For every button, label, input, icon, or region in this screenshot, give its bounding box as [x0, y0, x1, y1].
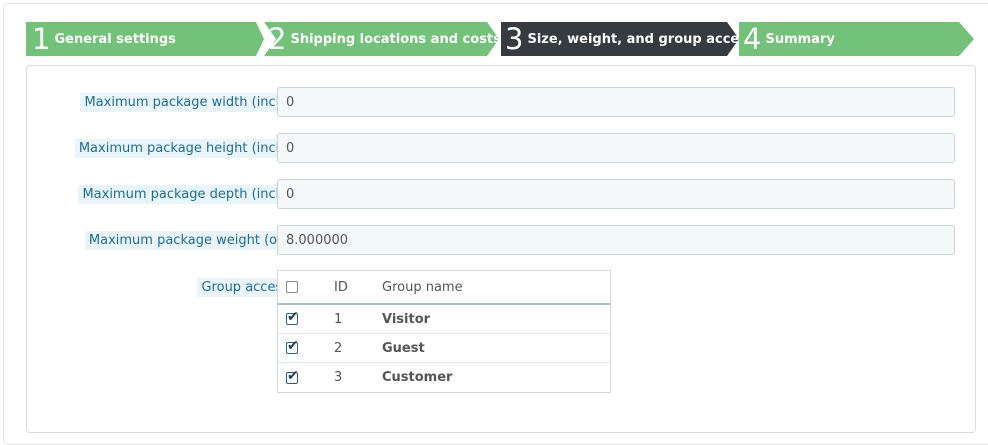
table-header: ID Group name	[278, 271, 610, 305]
depth-input[interactable]	[277, 179, 955, 209]
group-name: Visitor	[382, 311, 431, 327]
depth-label: Maximum package depth (inch)	[78, 185, 293, 204]
weight-label: Maximum package weight (oz)	[84, 231, 293, 250]
group-checkbox-visitor[interactable]	[286, 309, 299, 325]
step-label: Summary	[765, 31, 835, 47]
weight-row: Maximum package weight (oz)	[27, 225, 977, 255]
wizard-steps: 1 General settings 2 Shipping locations …	[0, 0, 988, 60]
wizard-step-general-settings[interactable]: 1 General settings	[26, 22, 264, 56]
step-number: 3	[505, 22, 524, 56]
step-label: General settings	[54, 31, 176, 47]
table-row: 3 Customer	[278, 363, 610, 392]
form-panel: Maximum package width (inch) Maximum pac…	[26, 65, 976, 433]
depth-row: Maximum package depth (inch)	[27, 179, 977, 209]
step-number: 4	[743, 22, 762, 56]
step-label: Size, weight, and group access	[527, 31, 755, 47]
width-row: Maximum package width (inch)	[27, 87, 977, 117]
width-input[interactable]	[277, 87, 955, 117]
weight-input[interactable]	[277, 225, 955, 255]
height-label: Maximum package height (inch)	[74, 139, 293, 158]
step-label: Shipping locations and costs	[290, 31, 501, 47]
group-id: 2	[334, 340, 343, 356]
column-header-id: ID	[334, 279, 348, 295]
group-checkbox-guest[interactable]	[286, 338, 299, 354]
group-name: Guest	[382, 340, 425, 356]
height-input[interactable]	[277, 133, 955, 163]
column-header-group-name: Group name	[382, 279, 463, 295]
step-number: 1	[32, 22, 51, 56]
group-checkbox-customer[interactable]	[286, 368, 299, 384]
wizard-step-summary[interactable]: 4 Summary	[739, 22, 974, 56]
table-row: 1 Visitor	[278, 305, 610, 334]
group-id: 3	[334, 370, 343, 385]
width-label: Maximum package width (inch)	[80, 93, 293, 112]
height-row: Maximum package height (inch)	[27, 133, 977, 163]
wizard-step-shipping-locations[interactable]: 2 Shipping locations and costs	[264, 22, 499, 56]
table-row: 2 Guest	[278, 334, 610, 363]
step-number: 2	[268, 22, 287, 56]
group-id: 1	[334, 311, 343, 327]
group-access-table: ID Group name 1 Visitor 2 Guest 3 Custom…	[277, 270, 611, 393]
group-name: Customer	[382, 370, 453, 385]
wizard-step-size-weight-group[interactable]: 3 Size, weight, and group access	[501, 22, 739, 56]
select-all-checkbox[interactable]	[286, 281, 298, 293]
